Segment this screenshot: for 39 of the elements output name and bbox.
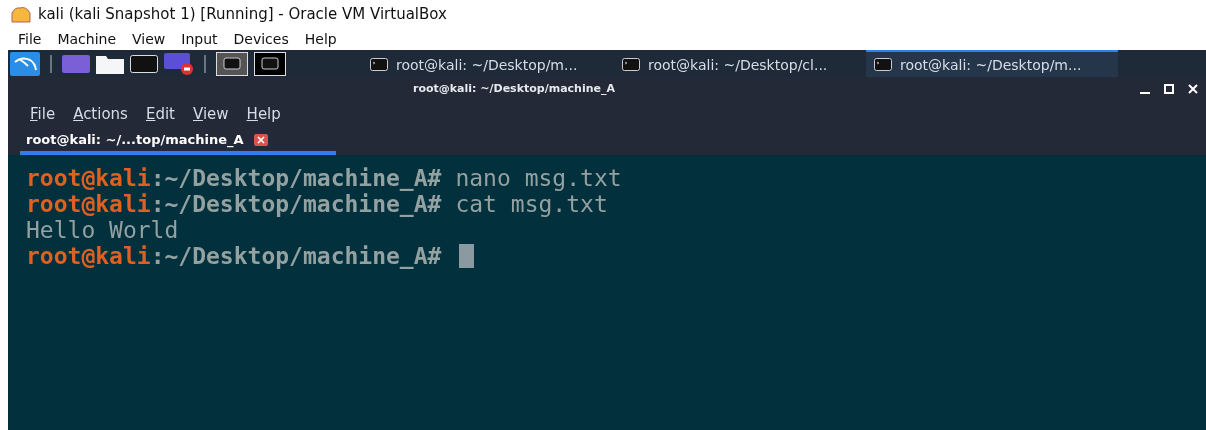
menu-item[interactable]: File <box>22 105 64 123</box>
command-text: nano msg.txt <box>455 165 622 191</box>
close-icon[interactable] <box>1188 83 1198 94</box>
prompt-path: :~/Desktop/machine_A# <box>150 165 442 191</box>
terminal-title: root@kali: ~/Desktop/machine_A <box>412 82 616 95</box>
terminal-icon[interactable] <box>130 54 158 73</box>
menu-item[interactable]: Devices <box>225 31 297 47</box>
app-logo-icon <box>10 4 32 24</box>
folder-icon[interactable] <box>96 53 124 74</box>
menu-item[interactable]: Help <box>238 105 289 123</box>
prompt-path: :~/Desktop/machine_A# <box>150 243 442 269</box>
menu-item[interactable]: Help <box>296 31 345 47</box>
screen-record-icon[interactable] <box>164 52 194 75</box>
menu-item[interactable]: Input <box>173 31 226 47</box>
prompt-user: root@kali <box>26 243 151 269</box>
maximize-icon[interactable] <box>1164 83 1174 94</box>
output-text: Hello World <box>26 217 179 243</box>
taskbar-item[interactable]: root@kali: ~/Desktop/m... <box>866 50 1118 77</box>
menu-item[interactable]: Edit <box>137 105 183 123</box>
task-label: root@kali: ~/Desktop/cl... <box>648 56 828 73</box>
menu-item[interactable]: Actions <box>65 105 136 123</box>
menu-item[interactable]: View <box>185 105 237 123</box>
command-text: cat msg.txt <box>455 191 608 217</box>
menu-item[interactable]: Machine <box>49 31 125 47</box>
prompt-path: :~/Desktop/machine_A# <box>150 191 442 217</box>
task-label: root@kali: ~/Desktop/m... <box>396 56 578 73</box>
prompt-user: root@kali <box>26 191 151 217</box>
terminal-icon[interactable] <box>216 51 248 76</box>
menu-item[interactable]: File <box>10 31 50 47</box>
task-label: root@kali: ~/Desktop/m... <box>900 56 1082 73</box>
terminal-icon <box>370 58 388 71</box>
menu-item[interactable]: View <box>124 31 174 47</box>
window-title: kali (kali Snapshot 1) [Running] - Oracle VM VirtualBox <box>38 5 447 23</box>
terminal-icon <box>622 58 640 71</box>
prompt-user: root@kali <box>26 165 151 191</box>
workspace-icon[interactable] <box>62 54 90 73</box>
terminal-icon <box>874 58 892 71</box>
close-icon[interactable] <box>253 133 268 146</box>
terminal-icon[interactable] <box>254 51 286 76</box>
